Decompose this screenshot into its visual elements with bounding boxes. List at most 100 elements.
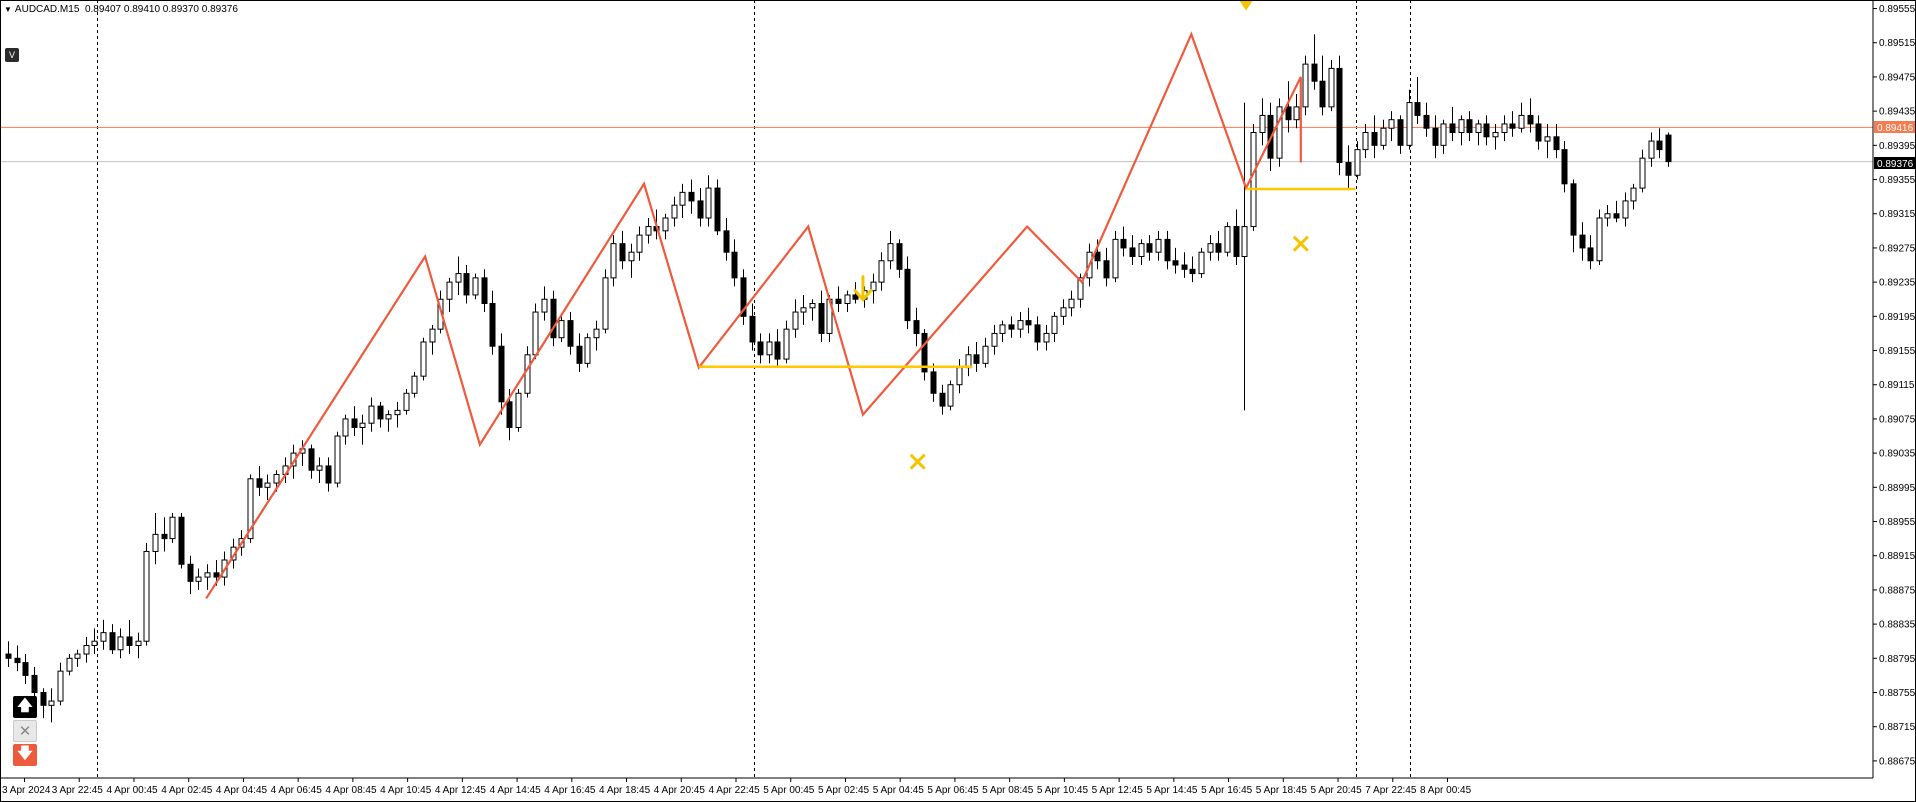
price-tick-label: 0.88675 bbox=[1879, 756, 1916, 767]
close-x-icon: ✕ bbox=[18, 722, 32, 740]
bear-candle bbox=[1034, 324, 1041, 343]
bull-candle bbox=[1198, 251, 1205, 275]
bull-candle bbox=[705, 187, 712, 219]
bull-candle bbox=[455, 273, 462, 283]
bear-candle bbox=[1527, 114, 1534, 125]
bull-candle bbox=[844, 294, 851, 305]
bull-candle bbox=[1112, 238, 1119, 279]
bull-candle bbox=[679, 191, 686, 206]
time-tick-label: 5 Apr 14:45 bbox=[1146, 785, 1198, 796]
price-tick-label: 0.89315 bbox=[1879, 209, 1916, 220]
bull-candle bbox=[1501, 123, 1508, 134]
price-tick-label: 0.89115 bbox=[1879, 380, 1915, 391]
dropdown-triangle-icon[interactable]: ▼ bbox=[4, 5, 12, 14]
price-tick-label: 0.88795 bbox=[1879, 654, 1916, 665]
bear-candle bbox=[1466, 119, 1473, 134]
bear-candle bbox=[1189, 268, 1196, 275]
time-tick-label: 4 Apr 08:45 bbox=[325, 785, 377, 796]
bear-candle bbox=[1172, 260, 1179, 266]
bear-candle bbox=[1345, 161, 1352, 176]
bear-candle bbox=[818, 303, 825, 334]
time-tick-label: 5 Apr 00:45 bbox=[763, 785, 815, 796]
time-tick-label: 4 Apr 12:45 bbox=[435, 785, 487, 796]
bear-candle bbox=[1579, 234, 1586, 249]
price-chart[interactable]: 0.89555 0.89515 0.89475 0.89435 0.89395 0.893… bbox=[0, 0, 1916, 802]
bull-candle bbox=[602, 277, 609, 330]
bear-candle bbox=[1483, 123, 1490, 138]
arrow-up-icon: 🡅 bbox=[17, 695, 33, 714]
bull-candle bbox=[584, 337, 591, 364]
close-button[interactable]: ✕ bbox=[13, 720, 37, 742]
bear-candle bbox=[1553, 136, 1560, 151]
symbol-label: AUDCAD.M15 bbox=[14, 4, 80, 15]
bear-candle bbox=[714, 187, 721, 232]
time-tick-label: 5 Apr 12:45 bbox=[1092, 785, 1144, 796]
bull-candle bbox=[1155, 238, 1162, 253]
bull-candle bbox=[524, 354, 531, 394]
time-tick-label: 4 Apr 22:45 bbox=[709, 785, 761, 796]
price-tick-label: 0.89555 bbox=[1879, 4, 1916, 15]
bull-candle bbox=[368, 405, 375, 424]
bull-candle bbox=[947, 384, 954, 407]
bear-candle bbox=[1233, 226, 1240, 257]
sell-button[interactable]: 🡇 bbox=[13, 744, 37, 766]
time-tick-label: 4 Apr 18:45 bbox=[599, 785, 651, 796]
bull-candle bbox=[1388, 119, 1395, 129]
bear-candle bbox=[774, 341, 781, 360]
bull-candle bbox=[394, 409, 401, 416]
bear-candle bbox=[1129, 247, 1136, 257]
bear-candle bbox=[1587, 247, 1594, 262]
bull-candle bbox=[1518, 114, 1525, 129]
bear-candle bbox=[109, 632, 116, 651]
bull-candle bbox=[991, 332, 998, 347]
price-tick-label: 0.89075 bbox=[1879, 414, 1916, 425]
bull-candle bbox=[100, 632, 107, 642]
time-tick-label: 4 Apr 20:45 bbox=[654, 785, 706, 796]
bear-candle bbox=[567, 320, 574, 347]
bear-candle bbox=[1423, 114, 1430, 129]
bear-candle bbox=[1164, 238, 1171, 262]
bull-candle bbox=[1043, 332, 1050, 343]
bull-candle bbox=[342, 418, 349, 437]
bull-candle bbox=[532, 311, 539, 356]
bear-candle bbox=[1449, 123, 1456, 134]
bear-candle bbox=[5, 653, 12, 659]
bull-candle bbox=[1017, 320, 1024, 330]
bear-candle bbox=[325, 465, 332, 484]
bull-candle bbox=[1250, 132, 1257, 228]
bull-candle bbox=[1224, 226, 1231, 253]
price-tick-label: 0.88715 bbox=[1879, 722, 1916, 733]
bear-candle bbox=[1371, 132, 1378, 146]
bear-candle bbox=[1535, 123, 1542, 142]
bear-candle bbox=[1319, 80, 1326, 108]
bear-candle bbox=[1215, 243, 1222, 253]
price-tick-label: 0.89435 bbox=[1879, 107, 1916, 118]
chart-header: ▼ AUDCAD.M15 0.89407 0.89410 0.89370 0.89… bbox=[4, 4, 238, 15]
bear-candle bbox=[1094, 251, 1101, 262]
bear-candle bbox=[377, 405, 384, 420]
buy-button[interactable]: 🡅 bbox=[13, 696, 37, 718]
bear-candle bbox=[489, 303, 496, 347]
bull-candle bbox=[143, 550, 150, 642]
bull-candle bbox=[887, 243, 894, 262]
bull-candle bbox=[645, 226, 652, 236]
bull-candle bbox=[1138, 243, 1145, 257]
bear-candle bbox=[723, 230, 730, 253]
bull-candle bbox=[1406, 102, 1413, 146]
bull-candle bbox=[671, 204, 678, 219]
bear-candle bbox=[463, 273, 470, 296]
bull-candle bbox=[766, 341, 773, 356]
bull-candle bbox=[204, 572, 211, 578]
bull-candle bbox=[1328, 67, 1335, 108]
bear-candle bbox=[308, 448, 315, 471]
time-tick-label: 4 Apr 16:45 bbox=[544, 785, 596, 796]
bull-candle bbox=[1068, 298, 1075, 309]
time-tick-label: 3 Apr 22:45 bbox=[52, 785, 104, 796]
bull-candle bbox=[420, 341, 427, 377]
bull-candle bbox=[999, 324, 1006, 334]
indicator-badge[interactable]: V bbox=[5, 48, 19, 62]
bull-candle bbox=[1302, 63, 1309, 108]
bull-candle bbox=[956, 367, 963, 386]
price-tick-label: 0.89155 bbox=[1879, 346, 1916, 357]
bull-candle bbox=[152, 533, 159, 552]
